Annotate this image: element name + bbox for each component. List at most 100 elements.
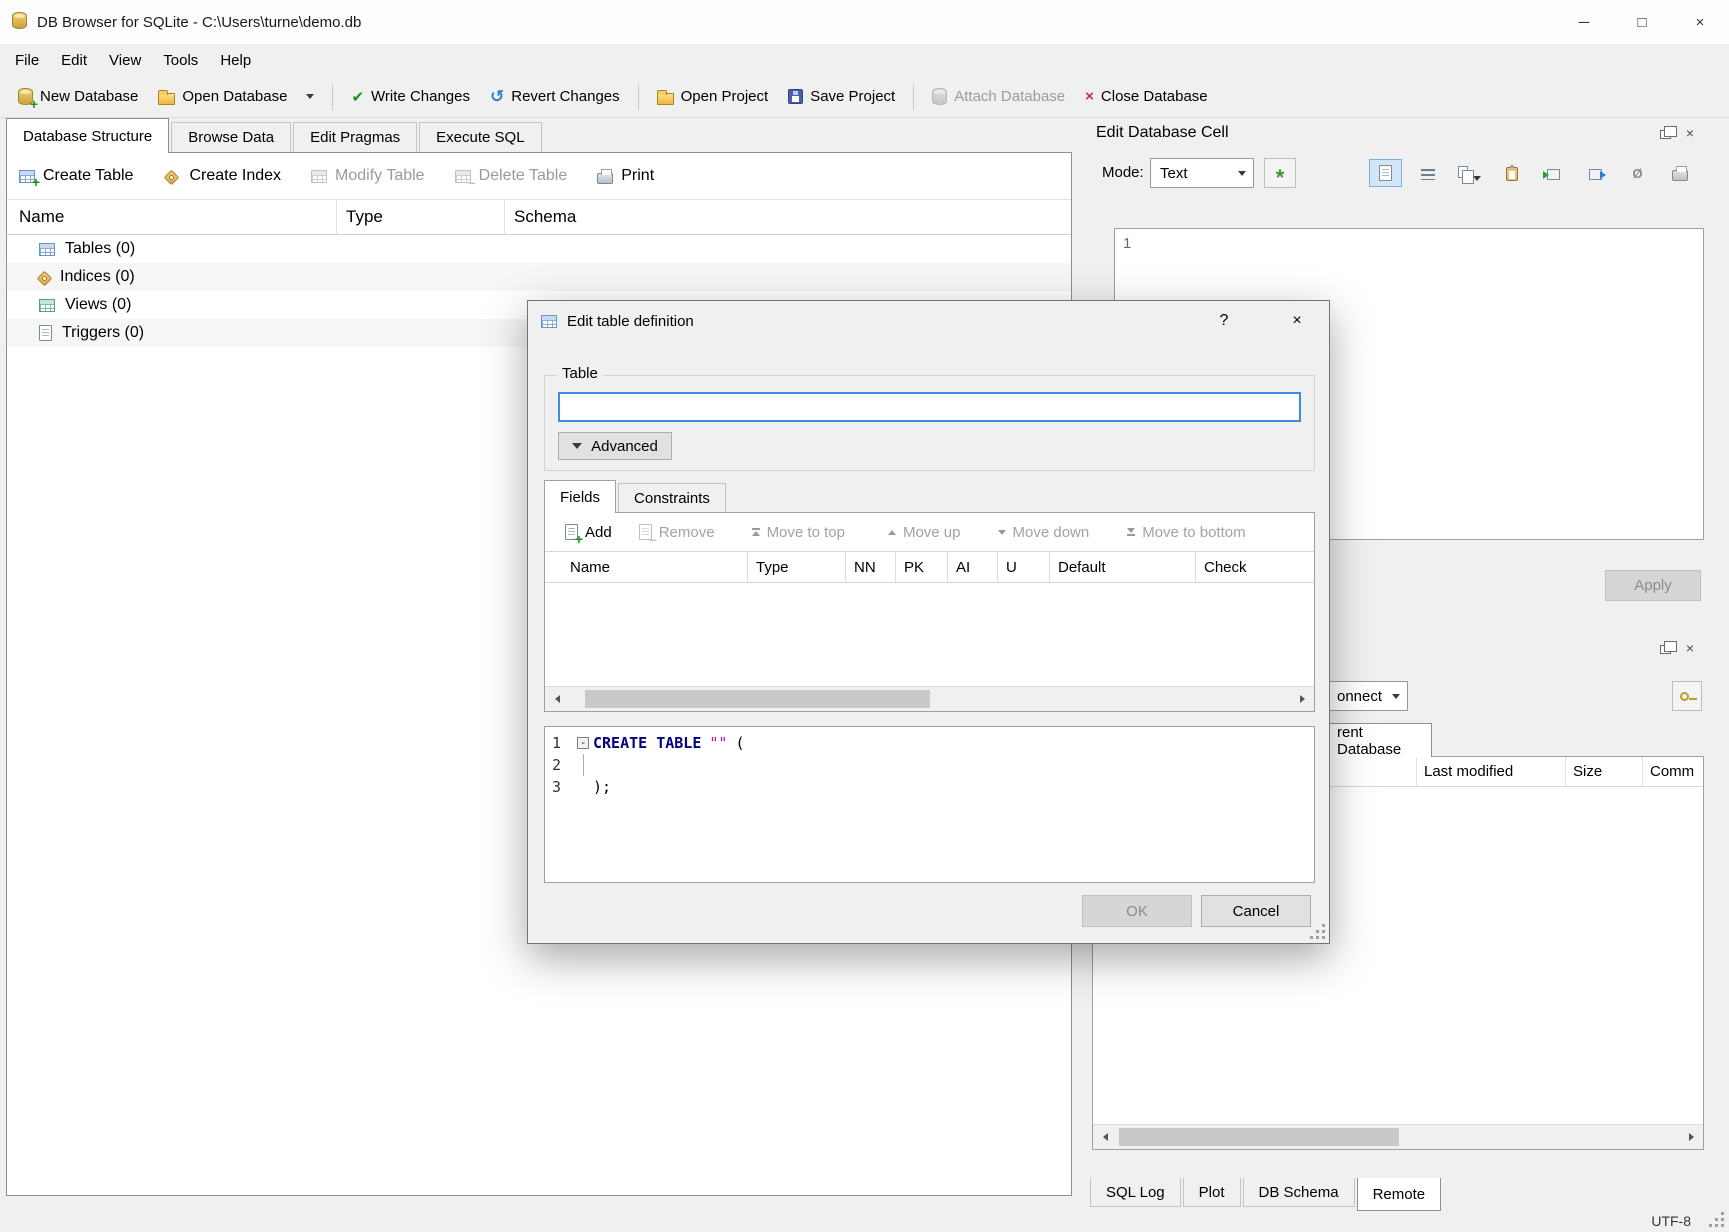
print-cell-button[interactable] bbox=[1663, 159, 1696, 187]
float-dock-icon[interactable] bbox=[1660, 130, 1671, 139]
sql-line: 3 ); bbox=[545, 776, 1314, 798]
tab-execute-sql[interactable]: Execute SQL bbox=[419, 122, 541, 152]
close-button[interactable]: × bbox=[1671, 0, 1729, 44]
save-project-button[interactable]: Save Project bbox=[778, 82, 905, 111]
word-wrap-button[interactable] bbox=[1411, 159, 1444, 187]
tree-item-indices[interactable]: Indices (0) bbox=[7, 263, 1071, 291]
import-button[interactable] bbox=[1537, 159, 1570, 187]
tab-sql-log[interactable]: SQL Log bbox=[1090, 1178, 1181, 1207]
table-name-input[interactable] bbox=[558, 392, 1301, 422]
sql-preview[interactable]: 1 - CREATE TABLE""( 2 3 ); bbox=[544, 726, 1315, 883]
asterisk-icon: * bbox=[1276, 173, 1285, 183]
column-header-name[interactable]: Name bbox=[7, 200, 337, 234]
resize-grip[interactable] bbox=[1721, 1224, 1724, 1227]
set-null-button[interactable]: Ø bbox=[1621, 159, 1654, 187]
close-dock-icon[interactable]: × bbox=[1686, 640, 1694, 656]
identity-settings-button[interactable] bbox=[1672, 681, 1702, 711]
tab-browse-data[interactable]: Browse Data bbox=[171, 122, 291, 152]
menu-edit[interactable]: Edit bbox=[50, 47, 98, 74]
close-dock-icon[interactable]: × bbox=[1686, 125, 1694, 141]
edit-cell-dock-header: Edit Database Cell × bbox=[1086, 118, 1704, 148]
create-index-button[interactable]: Create Index bbox=[163, 167, 281, 185]
column-header-ai[interactable]: AI bbox=[948, 552, 998, 582]
tab-remote[interactable]: Remote bbox=[1357, 1178, 1442, 1211]
tab-constraints[interactable]: Constraints bbox=[618, 483, 726, 512]
tab-fields[interactable]: Fields bbox=[544, 480, 616, 513]
menu-help[interactable]: Help bbox=[209, 47, 262, 74]
open-database-dropdown-icon[interactable] bbox=[306, 94, 314, 99]
encoding-status[interactable]: UTF-8 bbox=[1651, 1213, 1691, 1229]
table-group-label: Table bbox=[557, 365, 603, 382]
revert-changes-button[interactable]: ↺ Revert Changes bbox=[480, 82, 630, 111]
status-bar: UTF-8 bbox=[0, 1211, 1729, 1232]
align-lines-icon bbox=[1421, 169, 1435, 180]
column-header-nn[interactable]: NN bbox=[846, 552, 896, 582]
triggers-icon bbox=[39, 325, 52, 341]
sql-line: 2 bbox=[545, 754, 1314, 776]
table-icon bbox=[541, 315, 557, 328]
column-header-size[interactable]: Size bbox=[1565, 757, 1642, 786]
tab-database-structure[interactable]: Database Structure bbox=[6, 118, 169, 153]
move-to-bottom-button: Move to bottom bbox=[1127, 524, 1245, 541]
mode-label: Mode: bbox=[1102, 164, 1144, 181]
advanced-button[interactable]: Advanced bbox=[558, 432, 672, 460]
scroll-right-icon[interactable] bbox=[1290, 687, 1314, 711]
open-project-button[interactable]: Open Project bbox=[647, 82, 779, 111]
scrollbar-thumb[interactable] bbox=[1119, 1128, 1399, 1146]
print-button[interactable]: Print bbox=[597, 167, 654, 185]
maximize-button[interactable]: □ bbox=[1613, 0, 1671, 44]
copy-button[interactable] bbox=[1453, 159, 1486, 187]
paste-button[interactable] bbox=[1495, 159, 1528, 187]
add-button[interactable]: Add bbox=[565, 524, 612, 541]
fields-horizontal-scrollbar[interactable] bbox=[545, 686, 1314, 711]
fold-guide-line bbox=[583, 754, 584, 776]
column-header-commit[interactable]: Comm bbox=[1642, 757, 1703, 786]
tab-edit-pragmas[interactable]: Edit Pragmas bbox=[293, 122, 417, 152]
scroll-right-icon[interactable] bbox=[1679, 1125, 1703, 1149]
scroll-left-icon[interactable] bbox=[545, 687, 569, 711]
mode-select[interactable]: Text bbox=[1150, 158, 1254, 188]
column-header-last-modified[interactable]: Last modified bbox=[1416, 757, 1565, 786]
open-database-button[interactable]: Open Database bbox=[148, 82, 324, 111]
new-database-button[interactable]: New Database bbox=[8, 82, 148, 111]
float-dock-icon[interactable] bbox=[1660, 645, 1671, 654]
remove-field-icon bbox=[639, 524, 652, 540]
scrollbar-thumb[interactable] bbox=[585, 690, 930, 708]
fold-collapse-icon[interactable]: - bbox=[577, 737, 589, 749]
tree-item-tables[interactable]: Tables (0) bbox=[7, 235, 1071, 263]
column-header-default[interactable]: Default bbox=[1050, 552, 1196, 582]
delete-table-icon bbox=[455, 170, 471, 183]
dialog-help-button[interactable]: ? bbox=[1200, 301, 1248, 341]
column-header-schema[interactable]: Schema bbox=[505, 200, 1071, 234]
column-header-check[interactable]: Check bbox=[1196, 552, 1314, 582]
import-icon bbox=[1547, 169, 1560, 180]
scroll-left-icon[interactable] bbox=[1093, 1125, 1117, 1149]
column-header-type[interactable]: Type bbox=[748, 552, 846, 582]
close-database-button[interactable]: × Close Database bbox=[1075, 82, 1218, 111]
auto-format-button[interactable]: * bbox=[1264, 158, 1296, 188]
menu-file[interactable]: File bbox=[4, 47, 50, 74]
menu-bar: File Edit View Tools Help bbox=[0, 44, 1729, 76]
move-to-top-button: Move to top bbox=[752, 524, 845, 541]
column-header-type[interactable]: Type bbox=[337, 200, 505, 234]
toolbar-separator bbox=[638, 84, 639, 110]
column-header-pk[interactable]: PK bbox=[896, 552, 948, 582]
tab-db-schema[interactable]: DB Schema bbox=[1243, 1178, 1355, 1207]
menu-view[interactable]: View bbox=[98, 47, 152, 74]
create-table-button[interactable]: Create Table bbox=[19, 167, 133, 185]
menu-tools[interactable]: Tools bbox=[152, 47, 209, 74]
text-mode-button[interactable] bbox=[1369, 159, 1402, 187]
write-changes-button[interactable]: ✔ Write Changes bbox=[341, 82, 480, 112]
column-header-u[interactable]: U bbox=[998, 552, 1050, 582]
edit-cell-icon-strip: Ø bbox=[1369, 159, 1696, 187]
views-icon bbox=[39, 299, 55, 312]
cancel-button[interactable]: Cancel bbox=[1201, 895, 1311, 927]
dialog-resize-grip[interactable] bbox=[1322, 936, 1325, 939]
dialog-close-button[interactable]: × bbox=[1272, 301, 1322, 341]
edit-table-definition-dialog: Edit table definition ? × Table Advanced… bbox=[527, 300, 1330, 944]
export-button[interactable] bbox=[1579, 159, 1612, 187]
tab-plot[interactable]: Plot bbox=[1183, 1178, 1241, 1207]
remote-horizontal-scrollbar[interactable] bbox=[1093, 1124, 1703, 1149]
minimize-button[interactable]: ─ bbox=[1555, 0, 1613, 44]
column-header-name[interactable]: Name bbox=[545, 552, 748, 582]
